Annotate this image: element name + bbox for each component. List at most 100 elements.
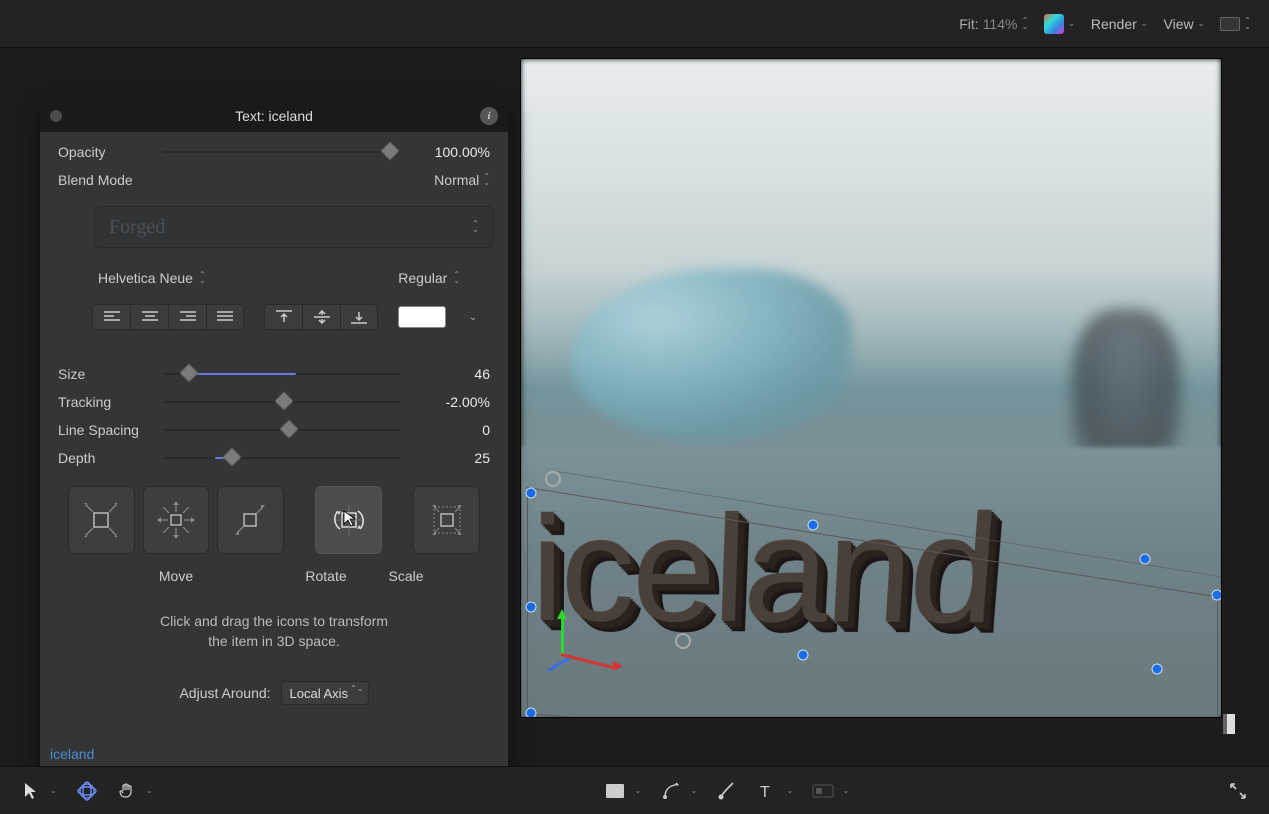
line-spacing-row: Line Spacing 0 <box>58 422 490 438</box>
opacity-row: Opacity 100.00% <box>58 144 490 160</box>
valign-bottom-button[interactable] <box>340 304 378 330</box>
chevron-down-icon[interactable]: ⌄ <box>842 786 852 795</box>
blend-mode-row: Blend Mode Normal ⌃⌄ <box>58 172 490 188</box>
valign-middle-button[interactable] <box>302 304 340 330</box>
rectangle-tool[interactable] <box>602 778 628 804</box>
playhead-marker-icon[interactable] <box>1227 714 1235 734</box>
chevron-updown-icon: ⌃⌄ <box>483 174 490 186</box>
disclosure-chevron-icon[interactable]: ⌄ <box>466 310 480 324</box>
opacity-value: 100.00% <box>414 144 490 160</box>
tracking-slider[interactable] <box>163 394 400 410</box>
axis-y-arrow-icon <box>557 609 567 619</box>
font-style-value: Regular <box>398 270 447 286</box>
tracking-value: -2.00% <box>414 394 490 410</box>
fullscreen-tool[interactable] <box>1225 778 1251 804</box>
hud-body: Opacity 100.00% Blend Mode Normal ⌃⌄ For… <box>40 132 508 717</box>
depth-slider[interactable] <box>163 450 400 466</box>
align-justify-button[interactable] <box>206 304 244 330</box>
axis-gizmo[interactable] <box>537 615 597 675</box>
render-label: Render <box>1091 16 1137 32</box>
opacity-label: Opacity <box>58 144 163 160</box>
bbox-handle[interactable] <box>1140 554 1151 565</box>
horizontal-align-segmented <box>92 304 244 330</box>
layer-name-label[interactable]: iceland <box>50 746 94 762</box>
blend-mode-label: Blend Mode <box>58 172 163 188</box>
pen-tool[interactable] <box>658 778 684 804</box>
mask-tool[interactable] <box>810 778 836 804</box>
depth-label: Depth <box>58 450 163 466</box>
cursor-icon <box>342 509 388 555</box>
text-tool[interactable]: T <box>754 778 780 804</box>
color-channel-dropdown[interactable]: ⌄ <box>1044 14 1075 34</box>
font-row: Helvetica Neue ⌃⌄ Regular ⌃⌄ <box>98 270 460 286</box>
bbox-handle[interactable] <box>526 488 537 499</box>
font-family-dropdown[interactable]: Helvetica Neue ⌃⌄ <box>98 270 206 286</box>
rotate-tool[interactable] <box>315 486 382 554</box>
render-dropdown[interactable]: Render ⌄ <box>1091 16 1148 32</box>
chevron-down-icon: ⌄ <box>1141 21 1148 27</box>
axis-z-icon <box>547 657 569 672</box>
hud-titlebar[interactable]: Text: iceland i <box>40 100 508 132</box>
fit-value: 114% <box>983 16 1018 32</box>
blend-mode-dropdown[interactable]: Normal ⌃⌄ <box>434 172 490 188</box>
view-dropdown[interactable]: View ⌄ <box>1164 16 1205 32</box>
chevron-updown-icon: ⌃⌄ <box>472 221 479 233</box>
scale-tool[interactable] <box>413 486 480 554</box>
valign-top-button[interactable] <box>264 304 302 330</box>
move-xy-tool[interactable] <box>68 486 135 554</box>
bbox-handle[interactable] <box>808 520 819 531</box>
vertical-align-segmented <box>264 304 378 330</box>
chevron-down-icon[interactable]: ⌄ <box>786 786 796 795</box>
preset-name: Forged <box>109 216 165 239</box>
axis-y-icon <box>561 615 564 655</box>
anchor-handle[interactable] <box>675 633 691 649</box>
canvas[interactable]: iceland <box>520 58 1222 718</box>
chevron-updown-icon: ⌃⌄ <box>1244 18 1251 30</box>
close-icon[interactable] <box>50 110 62 122</box>
tracking-row: Tracking -2.00% <box>58 394 490 410</box>
chevron-updown-icon: ⌃⌄ <box>199 272 206 284</box>
opacity-slider[interactable] <box>163 144 400 160</box>
bbox-handle[interactable] <box>526 602 537 613</box>
align-right-button[interactable] <box>168 304 206 330</box>
top-toolbar: Fit: 114% ⌃⌄ ⌄ Render ⌄ View ⌄ ⌃⌄ <box>0 0 1269 48</box>
align-center-button[interactable] <box>130 304 168 330</box>
transform-labels: Move Rotate Scale <box>58 566 490 584</box>
layout-dropdown[interactable]: ⌃⌄ <box>1220 17 1251 31</box>
svg-text:T: T <box>760 784 770 800</box>
chevron-down-icon[interactable]: ⌄ <box>146 786 156 795</box>
move-z-tool[interactable] <box>217 486 284 554</box>
bbox-handle[interactable] <box>526 708 537 719</box>
line-spacing-value: 0 <box>414 422 490 438</box>
3d-transform-tool[interactable] <box>74 778 100 804</box>
line-spacing-slider[interactable] <box>163 422 400 438</box>
alignment-row: ⌄ <box>92 304 490 330</box>
info-icon[interactable]: i <box>480 107 498 125</box>
color-gradient-icon <box>1044 14 1064 34</box>
bbox-handle[interactable] <box>1212 590 1223 601</box>
size-slider[interactable] <box>163 366 400 382</box>
text-preset-dropdown[interactable]: Forged ⌃⌄ <box>94 206 494 248</box>
bbox-handle[interactable] <box>545 471 561 487</box>
chevron-down-icon: ⌄ <box>1198 21 1205 27</box>
text-color-well[interactable] <box>398 306 446 328</box>
move-xyz-tool[interactable] <box>143 486 210 554</box>
size-label: Size <box>58 366 163 382</box>
arrow-tool[interactable] <box>18 778 44 804</box>
align-left-button[interactable] <box>92 304 130 330</box>
chevron-down-icon[interactable]: ⌄ <box>634 786 644 795</box>
chevron-down-icon[interactable]: ⌄ <box>50 786 60 795</box>
depth-value: 25 <box>414 450 490 466</box>
bbox-handle[interactable] <box>798 650 809 661</box>
chevron-down-icon[interactable]: ⌄ <box>690 786 700 795</box>
brush-tool[interactable] <box>714 778 740 804</box>
font-style-dropdown[interactable]: Regular ⌃⌄ <box>398 270 460 286</box>
pan-tool[interactable] <box>114 778 140 804</box>
blend-mode-value: Normal <box>434 172 479 188</box>
chevron-updown-icon: ⌃⌄ <box>453 272 460 284</box>
fit-dropdown[interactable]: Fit: 114% ⌃⌄ <box>959 16 1028 32</box>
bbox-edge <box>527 487 528 713</box>
transform-tools-row <box>58 486 490 554</box>
adjust-around-dropdown[interactable]: Local Axis <box>281 681 369 705</box>
bbox-handle[interactable] <box>1152 664 1163 675</box>
